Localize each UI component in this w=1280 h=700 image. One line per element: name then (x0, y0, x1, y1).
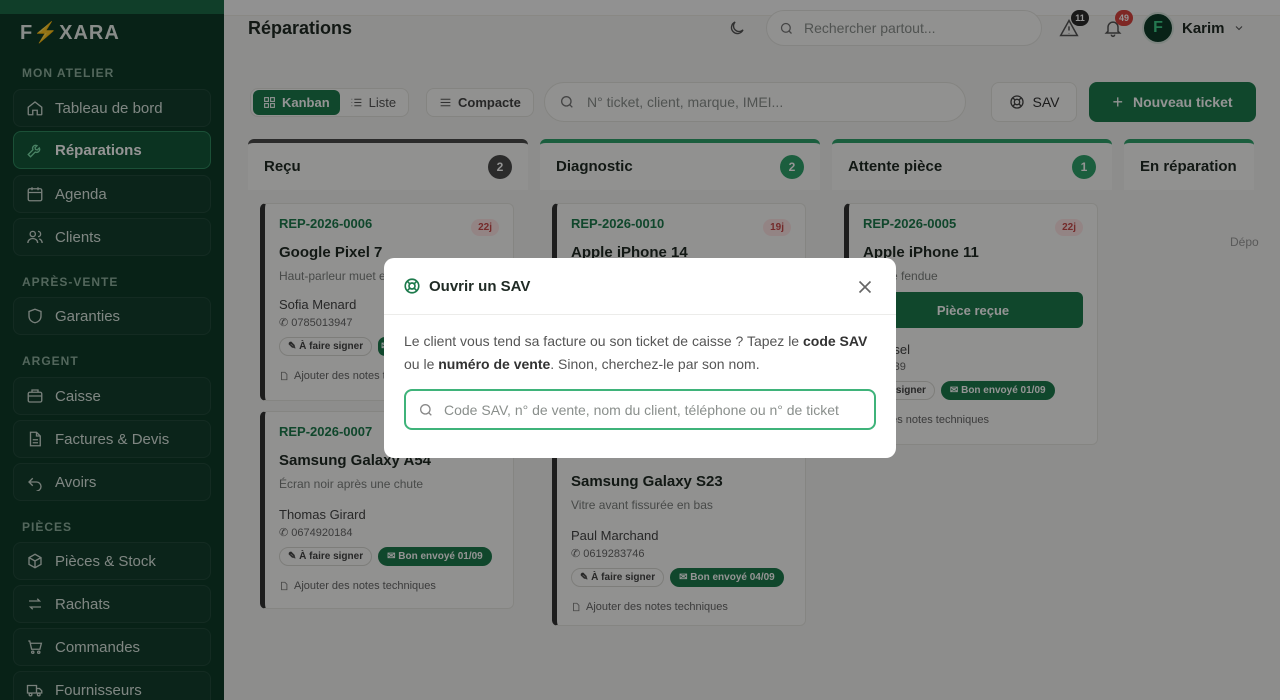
sav-search-input[interactable]: Code SAV, n° de vente, nom du client, té… (404, 389, 876, 430)
modal-instructions: Le client vous tend sa facture ou son ti… (404, 330, 874, 376)
close-button[interactable] (854, 276, 876, 298)
modal-bold-2: numéro de vente (438, 356, 551, 372)
modal-title: Ouvrir un SAV (429, 277, 531, 295)
lifebuoy-icon (404, 278, 420, 294)
sav-search-placeholder: Code SAV, n° de vente, nom du client, té… (444, 401, 839, 418)
search-icon (420, 403, 432, 416)
modal-text-2: ou le (404, 356, 439, 372)
modal-text-1: Le client vous tend sa facture ou son ti… (404, 333, 803, 349)
modal-text-3: . Sinon, cherchez-le par son nom. (550, 356, 760, 372)
modal-header: Ouvrir un SAV (384, 258, 896, 315)
close-icon (858, 280, 872, 294)
modal-bold-1: code SAV (802, 333, 868, 349)
open-sav-modal: Ouvrir un SAV Le client vous tend sa fac… (384, 258, 896, 458)
